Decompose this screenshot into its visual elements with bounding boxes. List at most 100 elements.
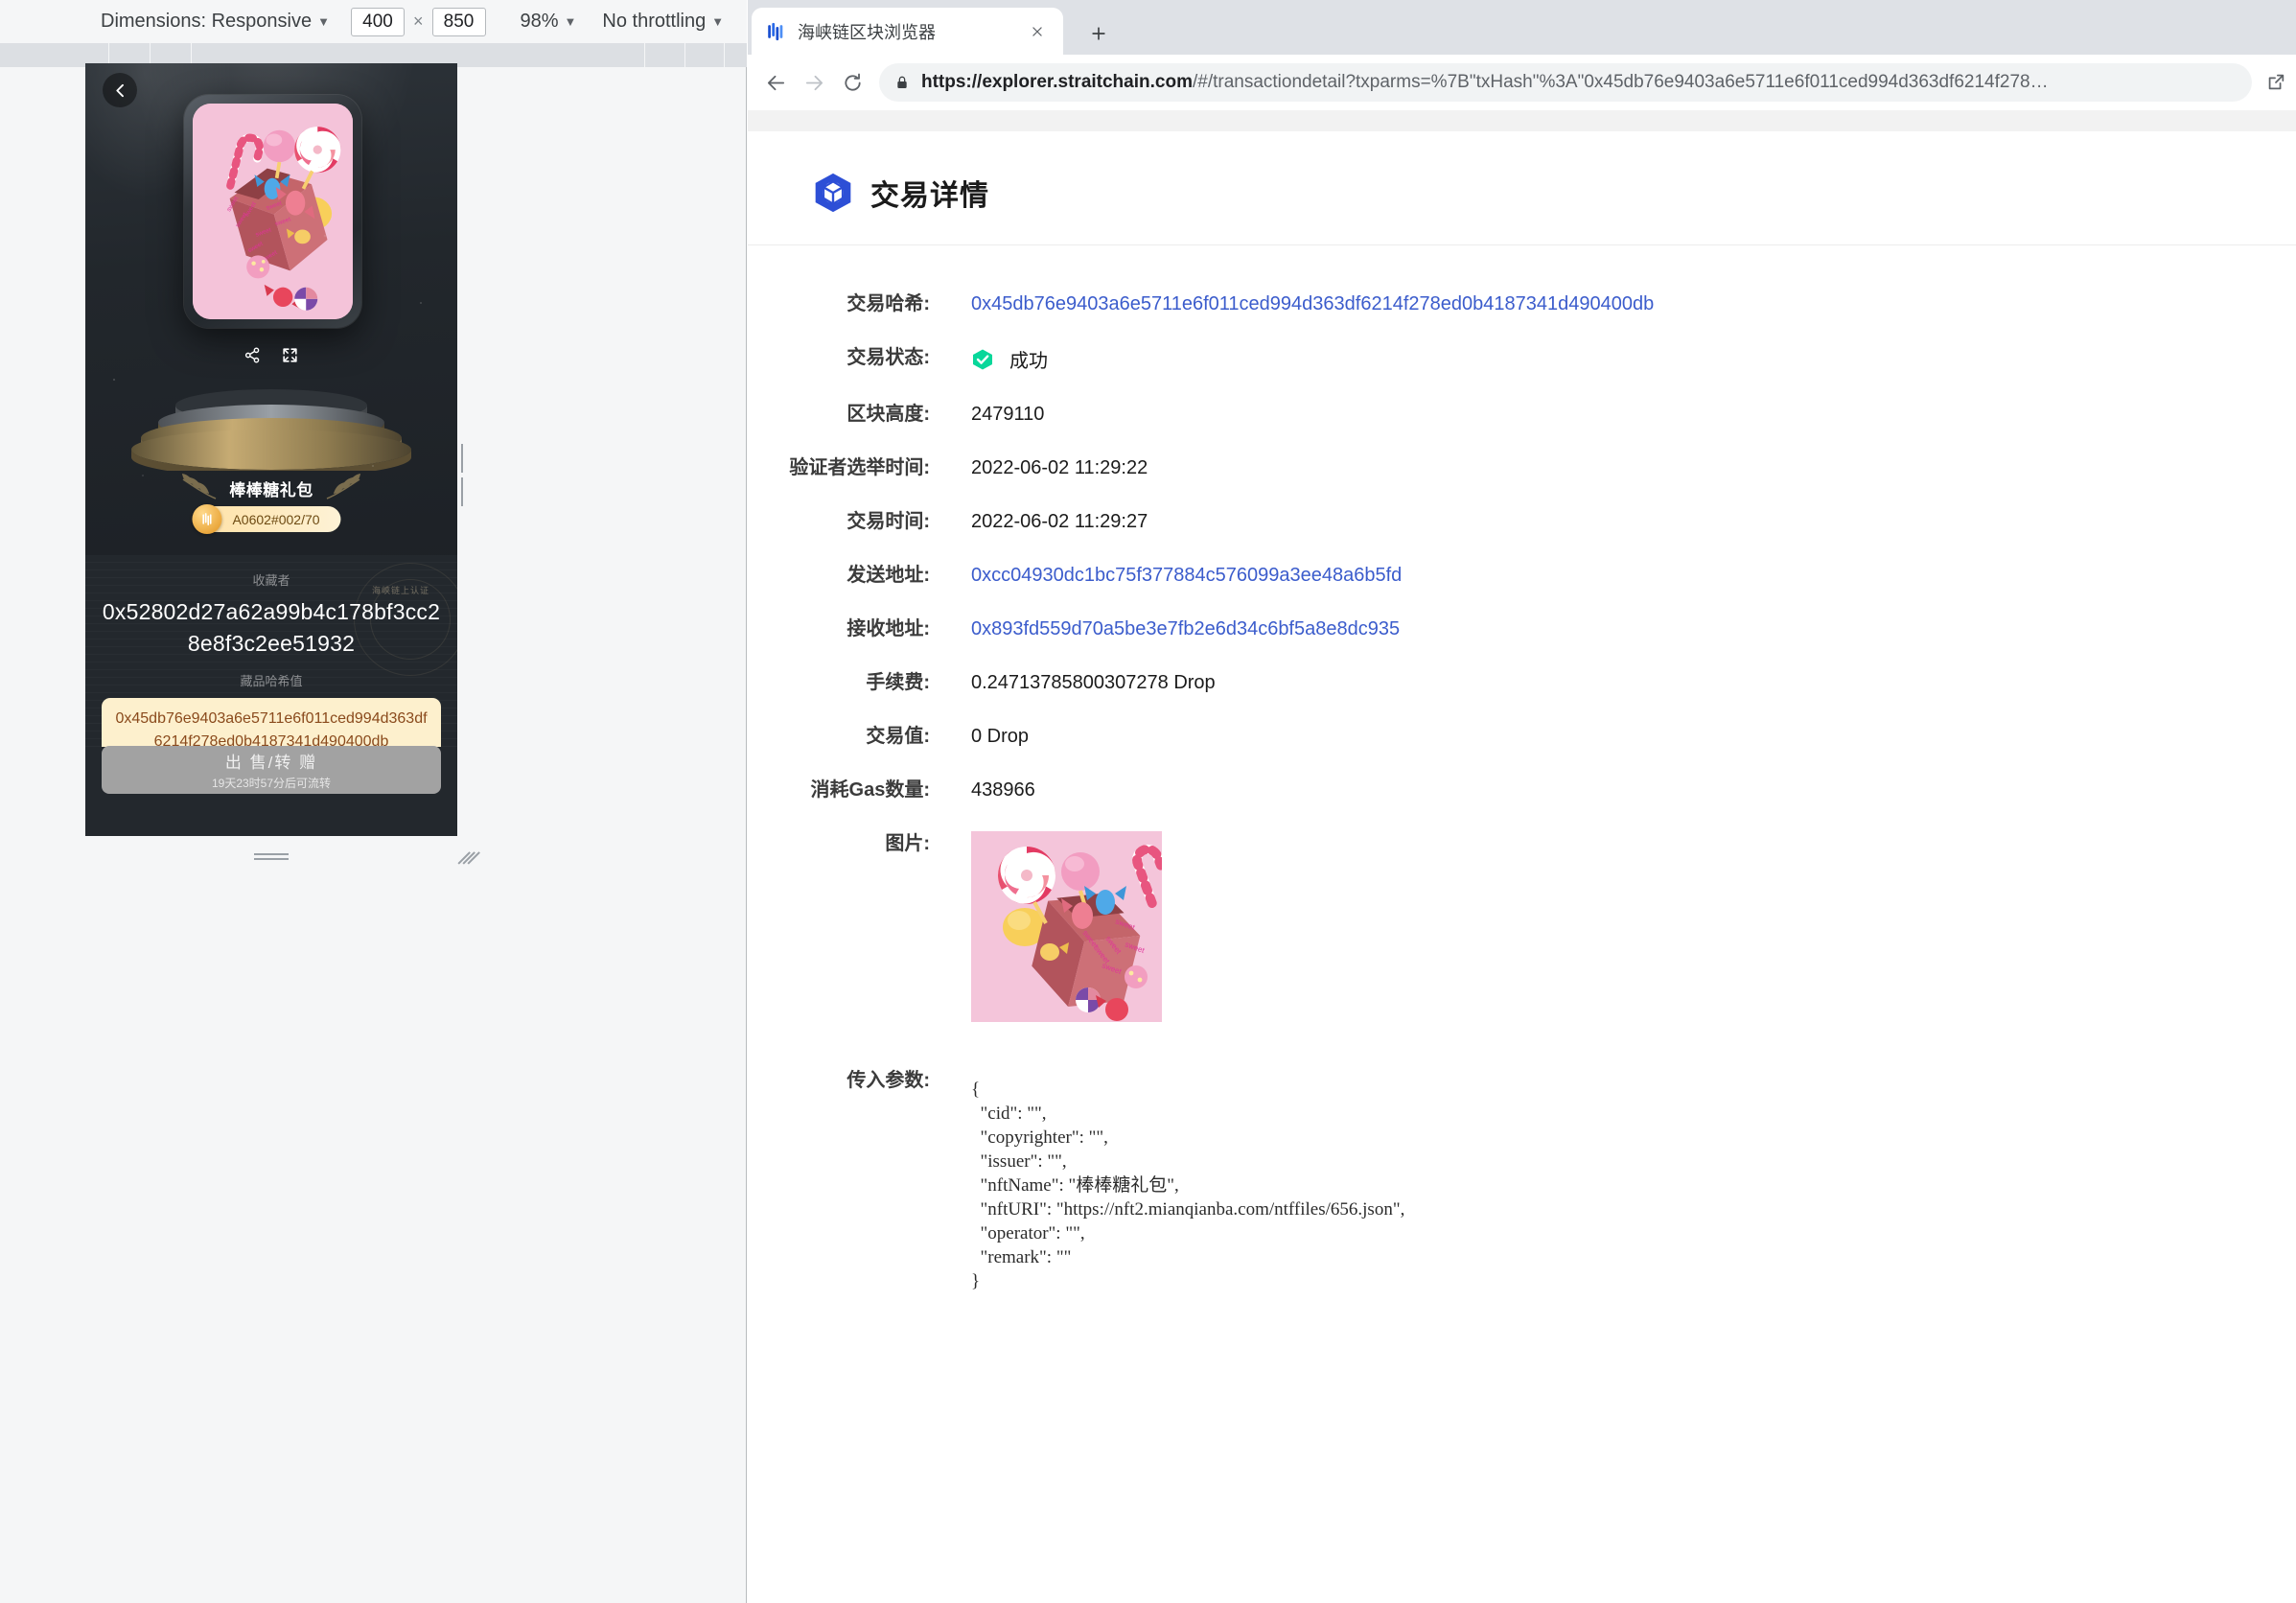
reload-button[interactable] bbox=[833, 63, 871, 102]
browser-window: 海峡链区块浏览器 https://explorer.straitchain.co… bbox=[748, 0, 2296, 1603]
table-row: 手续费: 0.24713785800307278 Drop bbox=[748, 670, 2296, 695]
row-label: 接收地址: bbox=[847, 618, 930, 639]
transaction-time-value: 2022-06-02 11:29:27 bbox=[971, 511, 1148, 532]
share-page-icon[interactable] bbox=[2261, 68, 2290, 97]
nft-name: 棒棒糖礼包 bbox=[229, 480, 313, 499]
zoom-label: 98% bbox=[520, 11, 559, 32]
close-icon bbox=[1032, 26, 1042, 36]
transaction-rows: 交易哈希: 0x45db76e9403a6e5711e6f011ced994d3… bbox=[748, 245, 2296, 1293]
row-label: 交易时间: bbox=[847, 511, 930, 532]
share-export-icon bbox=[2268, 74, 2284, 90]
status-badge: 成功 bbox=[971, 345, 1048, 373]
dimensions-dropdown[interactable]: Dimensions: Responsive ▼ bbox=[101, 11, 330, 33]
url-host: https://explorer.straitchain.com bbox=[921, 72, 1193, 92]
candy-gift-box-thumbnail: sweet sweet sweet sweet sweet sweet bbox=[971, 831, 1162, 1022]
nft-artwork-frame: sweet sweet sweet sweet sweet sweet swee… bbox=[184, 95, 361, 328]
chevron-left-icon bbox=[115, 83, 124, 97]
owner-label: 收藏者 bbox=[252, 573, 290, 588]
tab-close-icon[interactable] bbox=[1025, 19, 1050, 44]
to-address-value[interactable]: 0x893fd559d70a5be3e7fb2e6d34c6bf5a8e8dc9… bbox=[971, 616, 1400, 641]
arrow-left-icon bbox=[767, 75, 784, 90]
nft-serial-badge[interactable]: A0602#002/70 bbox=[192, 504, 341, 534]
zoom-dropdown[interactable]: 98% ▼ bbox=[521, 11, 577, 33]
mobile-footer-strip bbox=[85, 802, 457, 836]
multiply-symbol: × bbox=[412, 12, 424, 31]
page-title: 交易详情 bbox=[870, 180, 989, 212]
table-row: 交易时间: 2022-06-02 11:29:27 bbox=[748, 509, 2296, 534]
url-path: /#/transactiondetail?txparms=%7B"txHash"… bbox=[1192, 72, 2049, 92]
success-check-icon bbox=[973, 349, 992, 369]
straitchain-logo-icon bbox=[202, 513, 212, 525]
row-label: 发送地址: bbox=[847, 565, 930, 586]
table-row: 交易哈希: 0x45db76e9403a6e5711e6f011ced994d3… bbox=[748, 291, 2296, 316]
straitchain-hexagon-logo-icon bbox=[815, 173, 851, 213]
sell-transfer-label: 出 售/转 赠 bbox=[224, 754, 318, 772]
image-row: 图片: sweet sweet sweet sweet sweet sweet bbox=[748, 831, 2296, 1022]
transaction-hash-value[interactable]: 0x45db76e9403a6e5711e6f011ced994d363df62… bbox=[971, 291, 1654, 316]
card-header: 交易详情 bbox=[748, 131, 2296, 214]
chevron-down-icon: ▼ bbox=[711, 14, 725, 29]
favicon-straitchain-icon bbox=[768, 22, 783, 40]
share-icon[interactable] bbox=[244, 346, 262, 364]
table-row: 交易状态: 成功 bbox=[748, 345, 2296, 373]
table-row: 区块高度: 2479110 bbox=[748, 402, 2296, 427]
devtools-pane: Dimensions: Responsive ▼ × 98% ▼ No thro… bbox=[0, 0, 747, 1603]
block-height-value: 2479110 bbox=[971, 404, 1045, 425]
chevron-down-icon: ▼ bbox=[564, 14, 577, 29]
nft-title-row: 棒棒糖礼包 bbox=[85, 474, 457, 502]
lockup-countdown: 19天23时57分后可流转 bbox=[211, 777, 332, 790]
address-bar[interactable]: https://explorer.straitchain.com/#/trans… bbox=[879, 63, 2252, 102]
transaction-detail-card: 交易详情 交易哈希: 0x45db76e9403a6e5711e6f011ced… bbox=[748, 131, 2296, 1603]
chevron-down-icon: ▼ bbox=[317, 14, 330, 29]
row-label: 区块高度: bbox=[847, 404, 930, 425]
forward-button[interactable] bbox=[795, 63, 833, 102]
browser-tab-strip: 海峡链区块浏览器 bbox=[748, 0, 2296, 55]
viewport-width-input[interactable] bbox=[350, 7, 405, 36]
owner-address[interactable]: 0x52802d27a62a99b4c178bf3cc28e8f3c2ee519… bbox=[85, 589, 457, 660]
lock-icon bbox=[897, 76, 907, 88]
browser-tab[interactable]: 海峡链区块浏览器 bbox=[752, 8, 1063, 55]
validator-election-time-value: 2022-06-02 11:29:22 bbox=[971, 457, 1148, 478]
device-toolbar: Dimensions: Responsive ▼ × 98% ▼ No thro… bbox=[0, 0, 747, 43]
browser-navigation-bar: https://explorer.straitchain.com/#/trans… bbox=[748, 55, 2296, 110]
fullscreen-expand-icon[interactable] bbox=[281, 346, 299, 364]
status-text: 成功 bbox=[1009, 351, 1048, 372]
plus-icon bbox=[1092, 27, 1105, 40]
params-json-value: { "cid": "", "copyrighter": "", "issuer"… bbox=[971, 1080, 1405, 1291]
sell-transfer-button[interactable]: 出 售/转 赠 19天23时57分后可流转 bbox=[102, 746, 441, 794]
collection-hash-value[interactable]: 0x45db76e9403a6e5711e6f011ced994d363df62… bbox=[102, 698, 441, 747]
back-button[interactable] bbox=[756, 63, 795, 102]
throttling-dropdown[interactable]: No throttling ▼ bbox=[602, 11, 724, 33]
table-row: 消耗Gas数量: 438966 bbox=[748, 778, 2296, 802]
table-row: 发送地址: 0xcc04930dc1bc75f377884c576099a3ee… bbox=[748, 563, 2296, 588]
from-address-value[interactable]: 0xcc04930dc1bc75f377884c576099a3ee48a6b5… bbox=[971, 563, 1402, 588]
dimensions-label: Dimensions: Responsive bbox=[101, 11, 313, 32]
table-row: 接收地址: 0x893fd559d70a5be3e7fb2e6d34c6bf5a… bbox=[748, 616, 2296, 641]
nft-action-icons bbox=[85, 346, 457, 364]
arrow-right-icon bbox=[805, 75, 823, 90]
row-label: 交易状态: bbox=[847, 347, 930, 368]
transaction-fee-value: 0.24713785800307278 Drop bbox=[971, 672, 1216, 693]
page-content-area: 交易详情 交易哈希: 0x45db76e9403a6e5711e6f011ced… bbox=[748, 110, 2296, 1603]
nft-hero-section: sweet sweet sweet sweet sweet sweet swee… bbox=[85, 63, 457, 586]
row-label: 交易值: bbox=[866, 726, 930, 747]
viewport-resize-handle-corner[interactable] bbox=[457, 849, 480, 865]
viewport-resize-handle-bottom[interactable] bbox=[254, 853, 289, 863]
nft-artwork-image[interactable]: sweet sweet sweet sweet sweet sweet swee… bbox=[193, 104, 353, 319]
chain-seal-icon bbox=[192, 504, 222, 534]
table-row: 交易值: 0 Drop bbox=[748, 724, 2296, 749]
viewport-height-input[interactable] bbox=[431, 7, 486, 36]
image-label: 图片: bbox=[885, 833, 930, 854]
row-label: 交易哈希: bbox=[847, 293, 930, 314]
nft-thumbnail[interactable]: sweet sweet sweet sweet sweet sweet bbox=[971, 831, 1162, 1022]
transaction-value: 0 Drop bbox=[971, 726, 1030, 747]
nft-info-section: 海峡链上认证 收藏者 0x52802d27a62a99b4c178bf3cc28… bbox=[85, 555, 457, 747]
viewport-resize-handle-right[interactable] bbox=[461, 444, 468, 506]
wheat-right-icon bbox=[326, 474, 360, 499]
new-tab-button[interactable] bbox=[1082, 17, 1115, 50]
back-button[interactable] bbox=[103, 73, 137, 107]
mobile-page: sweet sweet sweet sweet sweet sweet swee… bbox=[85, 63, 457, 836]
nft-serial-text: A0602#002/70 bbox=[232, 511, 320, 527]
candy-gift-box-artwork: sweet sweet sweet sweet sweet sweet swee… bbox=[193, 104, 353, 319]
throttling-label: No throttling bbox=[602, 11, 707, 32]
